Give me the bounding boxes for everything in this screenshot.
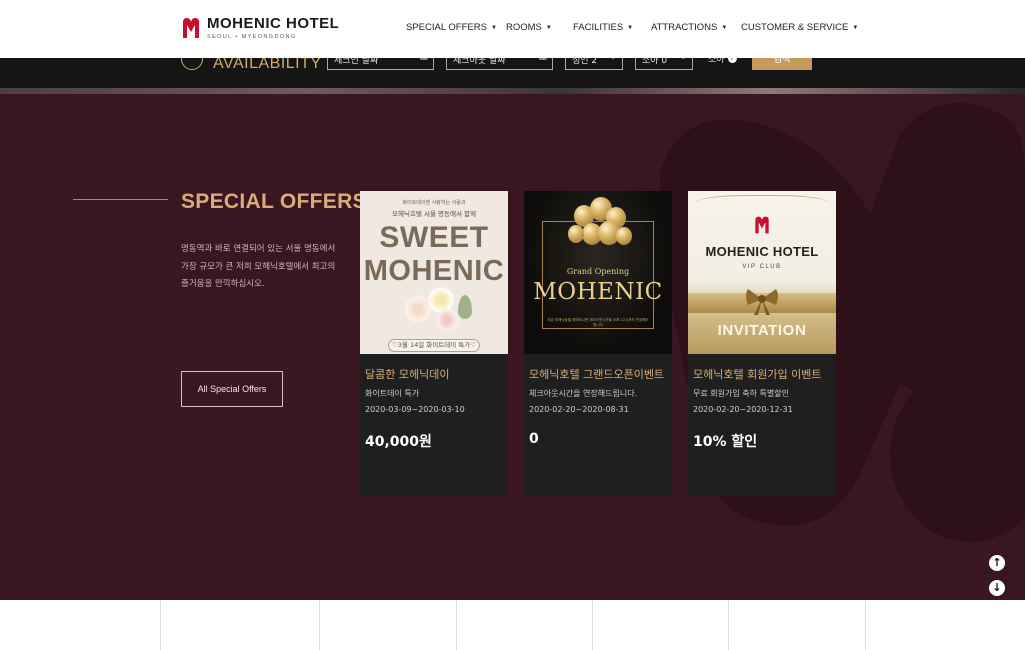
offer-card[interactable]: 화이트데이엔 사랑하는 사람과 모헤닉호텔 서울 명동에서 함께 SWEET M… bbox=[360, 191, 508, 496]
nav-facilities[interactable]: FACILITIES ▼ bbox=[573, 22, 633, 33]
child-help-label: 소아 bbox=[708, 58, 725, 65]
scroll-down-button[interactable]: ↓ bbox=[989, 580, 1005, 596]
logo-subtitle: SEOUL • MYEONGDONG bbox=[207, 34, 297, 40]
search-button[interactable]: 검색 bbox=[752, 58, 812, 70]
bow-icon bbox=[746, 289, 778, 315]
column-divider bbox=[865, 600, 866, 650]
checkin-placeholder: 체크인 날짜 bbox=[334, 58, 379, 66]
availability-bar: AVAILABILITY 체크인 날짜 ▦ 체크아웃 날짜 ▦ 성인 2 ⌄ 소… bbox=[0, 58, 1025, 90]
offer-subtitle: 무료 회원가입 축하 특별할인 bbox=[693, 389, 789, 398]
scroll-up-button[interactable]: ↑ bbox=[989, 555, 1005, 571]
image-headline: SWEET bbox=[379, 221, 489, 254]
section-title: SPECIAL OFFERS bbox=[181, 190, 367, 213]
leaf-icon bbox=[458, 295, 472, 319]
child-help[interactable]: 소아 ? bbox=[708, 58, 737, 65]
image-headline: MOHENIC bbox=[363, 255, 505, 287]
image-footer-text: ♡3월 14일 화이트데이 특가♡ bbox=[388, 339, 480, 352]
caret-down-icon: ▼ bbox=[545, 24, 552, 31]
caret-down-icon: ▼ bbox=[721, 24, 728, 31]
image-headline: MOHENIC HOTEL bbox=[705, 244, 819, 259]
nav-attractions[interactable]: ATTRACTIONS ▼ bbox=[651, 22, 727, 33]
site-header: MOHENIC HOTEL SEOUL • MYEONGDONG SPECIAL… bbox=[0, 0, 1025, 58]
nav-label: CUSTOMER & SERVICE bbox=[741, 22, 849, 33]
offer-dates: 2020-02-20~2020-08-31 bbox=[529, 405, 629, 414]
offer-subtitle: 체크아웃시간을 연장해드립니다. bbox=[529, 389, 638, 398]
checkout-date-field[interactable]: 체크아웃 날짜 ▦ bbox=[446, 58, 553, 70]
children-select[interactable]: 소아 0 ⌄ bbox=[635, 58, 693, 70]
image-text: 모헤닉호텔 서울 명동에서 함께 bbox=[392, 210, 476, 218]
image-text: 화이트데이엔 사랑하는 사람과 bbox=[402, 200, 466, 206]
balloon-icon bbox=[568, 225, 584, 243]
offer-card[interactable]: MOHENIC HOTEL VIP CLUB INVITATION 모헤닉호텔 … bbox=[688, 191, 836, 496]
nav-special-offers[interactable]: SPECIAL OFFERS ▼ bbox=[406, 22, 497, 33]
offer-subtitle: 화이트데이 특가 bbox=[365, 389, 420, 398]
nav-label: ROOMS bbox=[506, 22, 542, 33]
special-offers-section: SPECIAL OFFERS 명동역과 바로 연결되어 있는 서울 명동에서 가… bbox=[0, 94, 1025, 600]
nav-label: SPECIAL OFFERS bbox=[406, 22, 487, 33]
caret-down-icon: ▼ bbox=[852, 24, 859, 31]
chevron-down-icon: ⌄ bbox=[679, 58, 687, 62]
image-text: VIP CLUB bbox=[742, 264, 782, 270]
adults-select[interactable]: 성인 2 ⌄ bbox=[565, 58, 623, 70]
offer-title[interactable]: 달콤한 모헤닉데이 bbox=[365, 366, 449, 382]
image-headline: MOHENIC bbox=[533, 279, 663, 305]
checkin-date-field[interactable]: 체크인 날짜 ▦ bbox=[327, 58, 434, 70]
balloon-icon bbox=[616, 227, 632, 245]
offer-card[interactable]: Grand Opening MOHENIC 지금 모헤닉호텔 예약하시면 체크아… bbox=[524, 191, 672, 496]
section-description: 명동역과 바로 연결되어 있는 서울 명동에서 가장 규모가 큰 저희 모헤닉호… bbox=[181, 244, 336, 289]
column-divider bbox=[456, 600, 457, 650]
decorative-line bbox=[73, 199, 168, 200]
checkout-placeholder: 체크아웃 날짜 bbox=[453, 58, 506, 66]
column-divider bbox=[319, 600, 320, 650]
image-small-text: 지금 모헤닉호텔 예약하시면 체크아웃시간을 오후 12시까지 연장해드립니다 bbox=[547, 318, 649, 327]
offer-dates: 2020-02-20~2020-12-31 bbox=[693, 405, 793, 414]
arrow-up-icon: ↑ bbox=[992, 556, 1002, 569]
availability-label: AVAILABILITY bbox=[213, 58, 322, 72]
offer-image[interactable]: 화이트데이엔 사랑하는 사람과 모헤닉호텔 서울 명동에서 함께 SWEET M… bbox=[360, 191, 508, 354]
offer-image[interactable]: MOHENIC HOTEL VIP CLUB INVITATION bbox=[688, 191, 836, 354]
adults-value: 성인 2 bbox=[572, 58, 598, 66]
calendar-icon: ▦ bbox=[538, 58, 547, 62]
bottom-section bbox=[0, 600, 1025, 650]
offer-title[interactable]: 모헤닉호텔 그랜드오픈이벤트 bbox=[529, 366, 664, 382]
image-headline: INVITATION bbox=[717, 322, 807, 339]
nav-rooms[interactable]: ROOMS ▼ bbox=[506, 22, 552, 33]
nav-label: FACILITIES bbox=[573, 22, 624, 33]
caret-down-icon: ▼ bbox=[490, 24, 497, 31]
offer-price: 10% 할인 bbox=[693, 434, 758, 450]
arrow-down-icon: ↓ bbox=[992, 581, 1002, 594]
logo-m-icon bbox=[183, 18, 199, 38]
image-text: Grand Opening bbox=[566, 267, 630, 276]
column-divider bbox=[592, 600, 593, 650]
logo-m-icon bbox=[755, 216, 769, 234]
flower-icon bbox=[436, 309, 458, 331]
column-divider bbox=[728, 600, 729, 650]
chevron-down-icon: ⌄ bbox=[609, 58, 617, 62]
column-divider bbox=[160, 600, 161, 650]
offer-dates: 2020-03-09~2020-03-10 bbox=[365, 405, 465, 414]
logo-title: MOHENIC HOTEL bbox=[207, 15, 340, 32]
caret-down-icon: ▼ bbox=[627, 24, 634, 31]
children-value: 소아 0 bbox=[642, 58, 668, 66]
nav-customer-service[interactable]: CUSTOMER & SERVICE ▼ bbox=[741, 22, 858, 33]
hotel-logo[interactable]: MOHENIC HOTEL SEOUL • MYEONGDONG bbox=[181, 16, 339, 40]
all-special-offers-button[interactable]: All Special Offers bbox=[181, 371, 283, 407]
offer-title[interactable]: 모헤닉호텔 회원가입 이벤트 bbox=[693, 366, 821, 382]
ornament-border bbox=[696, 195, 828, 213]
offer-price: 40,000원 bbox=[365, 434, 432, 450]
offer-price: 0 bbox=[529, 431, 539, 447]
offer-image[interactable]: Grand Opening MOHENIC 지금 모헤닉호텔 예약하시면 체크아… bbox=[524, 191, 672, 354]
question-icon: ? bbox=[727, 58, 737, 63]
nav-label: ATTRACTIONS bbox=[651, 22, 718, 33]
availability-circle-icon bbox=[181, 58, 203, 70]
calendar-icon: ▦ bbox=[419, 58, 428, 62]
